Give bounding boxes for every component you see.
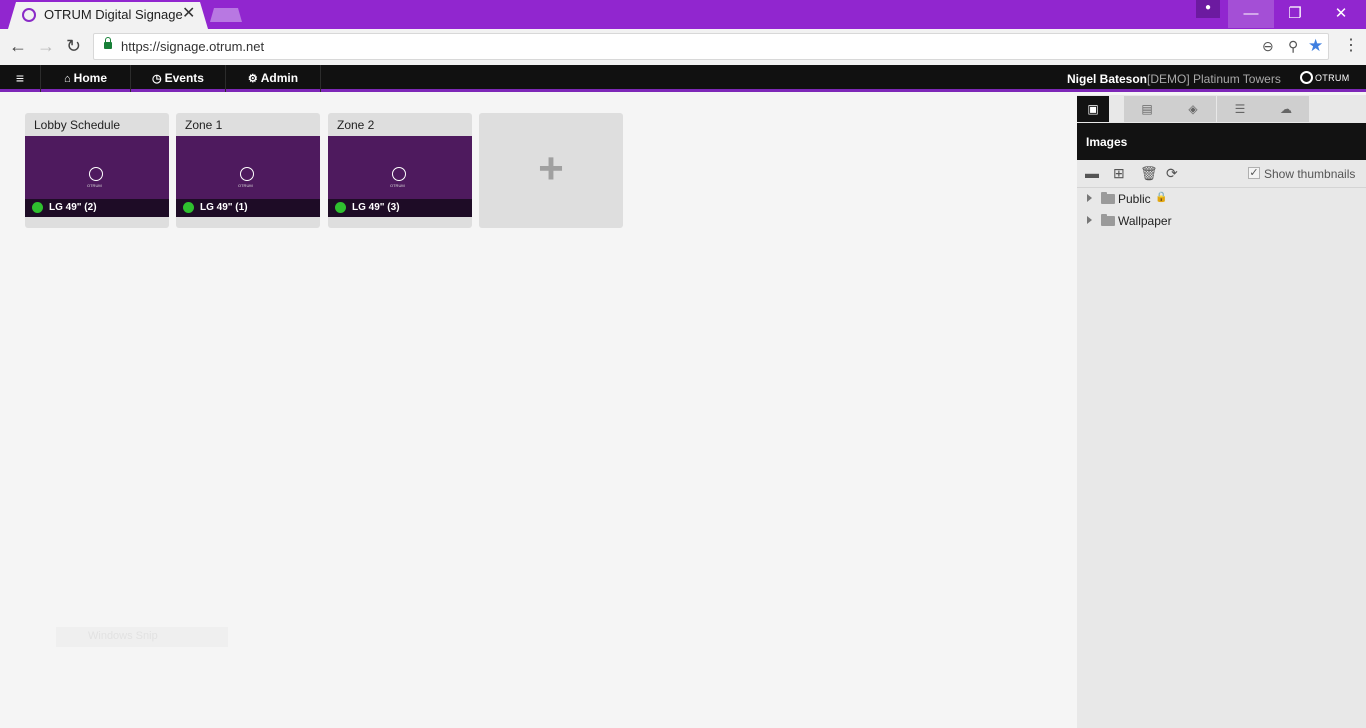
otrum-logo-icon <box>89 167 103 181</box>
zoom-icon[interactable]: ⊖ <box>1262 38 1274 55</box>
film-icon: ▤ <box>1141 102 1153 116</box>
online-status-icon <box>335 202 346 213</box>
cube-icon: ◈ <box>1188 102 1198 116</box>
folder-tree-item[interactable]: Wallpaper <box>1077 211 1366 231</box>
nav-events-label: Events <box>164 71 204 85</box>
close-window-button[interactable]: ✕ <box>1318 0 1364 28</box>
new-tab-button[interactable] <box>210 8 242 22</box>
browser-tab-strip: OTRUM Digital Signage ✕ ● — ❐ ✕ <box>0 0 1366 29</box>
panel-toolbar: ▬ ⊞ 🗑 ⟳ ✓ Show thumbnails <box>1077 160 1366 188</box>
brand-text: OTRUM <box>1315 73 1350 83</box>
screen-status-bar: LG 49" (2) <box>25 199 169 217</box>
panel-title: Images <box>1086 135 1128 149</box>
nav-home[interactable]: ⌂ Home <box>41 65 131 92</box>
nav-home-label: Home <box>73 71 107 85</box>
nav-admin-label: Admin <box>260 71 299 85</box>
expand-caret-icon[interactable] <box>1087 216 1092 224</box>
zone-card[interactable]: Lobby Schedule OTRUM LG 49" (2) <box>25 113 169 228</box>
screen-status-bar: LG 49" (1) <box>176 199 320 217</box>
tab-packages[interactable]: ◈ <box>1170 96 1216 122</box>
online-status-icon <box>32 202 43 213</box>
show-thumbnails-checkbox[interactable]: ✓ <box>1248 167 1260 179</box>
cloud-download-icon: ☁ <box>1280 102 1292 116</box>
tab-close-icon[interactable]: ✕ <box>182 5 195 23</box>
tab-lists[interactable]: ☰ <box>1217 96 1263 122</box>
add-item-icon[interactable]: ⊞ <box>1113 166 1125 180</box>
hamburger-menu-icon[interactable]: ≡ <box>0 65 41 92</box>
browser-tab-title: OTRUM Digital Signage <box>44 7 183 22</box>
zone-logo-text: OTRUM <box>238 183 253 188</box>
url-text[interactable]: https://signage.otrum.net <box>121 39 264 54</box>
clock-icon: ◷ <box>152 73 162 85</box>
restore-button[interactable]: ❐ <box>1272 0 1318 28</box>
expand-caret-icon[interactable] <box>1087 194 1092 202</box>
folder-label: Wallpaper <box>1118 214 1172 228</box>
panel-header: Images <box>1077 123 1366 160</box>
otrum-favicon-icon <box>22 8 36 22</box>
browser-toolbar: ← → ↻ https://signage.otrum.net ⊖ ⚲ ★ ⋮ <box>0 29 1366 65</box>
otrum-logo-icon <box>392 167 406 181</box>
zone-logo-text: OTRUM <box>390 183 405 188</box>
otrum-logo-icon <box>240 167 254 181</box>
reload-icon[interactable]: ↻ <box>66 37 81 55</box>
browser-menu-icon[interactable]: ⋮ <box>1343 37 1359 55</box>
zone-preview[interactable]: OTRUM LG 49" (2) <box>25 136 169 217</box>
person-icon[interactable]: ● <box>1196 0 1220 18</box>
tab-downloads[interactable]: ☁ <box>1263 96 1309 122</box>
otrum-ring-icon <box>1300 71 1313 84</box>
extension-icon[interactable]: ⚲ <box>1288 38 1298 55</box>
refresh-icon[interactable]: ⟳ <box>1166 166 1178 180</box>
folder-icon <box>1101 192 1115 204</box>
zone-logo-text: OTRUM <box>87 183 102 188</box>
site-name[interactable]: [DEMO] Platinum Towers <box>1147 72 1281 86</box>
online-status-icon <box>183 202 194 213</box>
list-icon: ☰ <box>1234 102 1246 116</box>
image-icon: ▣ <box>1087 102 1099 116</box>
cogs-icon: ⚙ <box>247 73 258 85</box>
faded-overlay-text: Windows Snip <box>56 627 228 647</box>
folder-label: Public <box>1118 192 1151 206</box>
bookmark-star-icon[interactable]: ★ <box>1308 36 1323 56</box>
app-navbar: ≡ ⌂ Home ◷ Events ⚙ Admin Nigel Bateson [DE… <box>0 65 1366 92</box>
zone-title: Zone 1 <box>185 118 223 132</box>
zone-preview[interactable]: OTRUM LG 49" (1) <box>176 136 320 217</box>
zone-preview[interactable]: OTRUM LG 49" (3) <box>328 136 472 217</box>
home-icon: ⌂ <box>64 73 71 85</box>
folder-tree-item[interactable]: Public 🔒 <box>1077 189 1366 209</box>
screen-name: LG 49" (3) <box>352 202 400 213</box>
lock-icon: 🔒 <box>1155 192 1168 203</box>
media-panel: ▣ ▤ ◈ ☰ ☁ Images ▬ ⊞ 🗑 ⟳ ✓ Show thumbnai… <box>1077 95 1366 728</box>
zone-title: Zone 2 <box>337 118 375 132</box>
zone-title: Lobby Schedule <box>34 118 121 132</box>
otrum-logo: OTRUM <box>1300 71 1350 84</box>
address-bar[interactable]: https://signage.otrum.net ⊖ ⚲ ★ <box>93 33 1329 60</box>
zone-card[interactable]: Zone 2 OTRUM LG 49" (3) <box>328 113 472 228</box>
new-folder-icon[interactable]: ▬ <box>1085 166 1099 180</box>
screen-name: LG 49" (1) <box>200 202 248 213</box>
screen-name: LG 49" (2) <box>49 202 97 213</box>
forward-arrow-icon[interactable]: → <box>37 37 55 55</box>
tab-videos[interactable]: ▤ <box>1124 96 1170 122</box>
screen-status-bar: LG 49" (3) <box>328 199 472 217</box>
minimize-button[interactable]: — <box>1228 0 1274 28</box>
folder-icon <box>1101 214 1115 226</box>
lock-icon <box>104 37 112 49</box>
show-thumbnails-label[interactable]: Show thumbnails <box>1264 167 1355 181</box>
add-zone-button[interactable]: + <box>479 113 623 228</box>
zone-card[interactable]: Zone 1 OTRUM LG 49" (1) <box>176 113 320 228</box>
user-name[interactable]: Nigel Bateson <box>1067 72 1147 86</box>
nav-admin[interactable]: ⚙ Admin <box>226 65 321 92</box>
tab-images[interactable]: ▣ <box>1077 96 1109 122</box>
trash-icon[interactable]: 🗑 <box>1140 166 1158 180</box>
nav-events[interactable]: ◷ Events <box>131 65 226 92</box>
back-arrow-icon[interactable]: ← <box>9 37 27 55</box>
